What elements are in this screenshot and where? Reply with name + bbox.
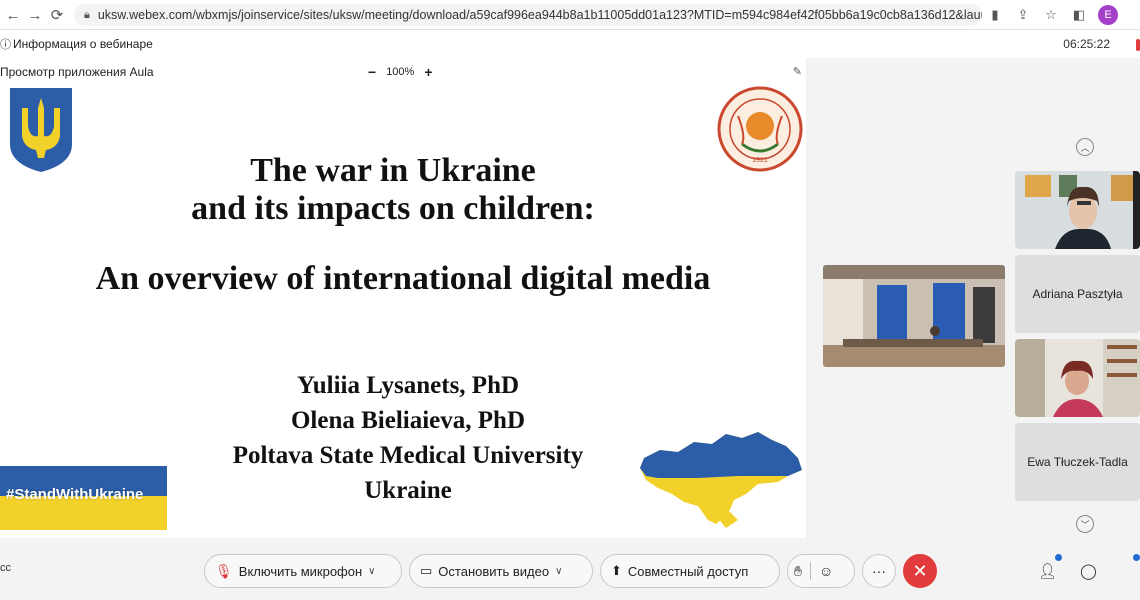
meeting-controls: cc 🎙︎ Включить микрофон ∨ ▭ Остановить в… <box>0 544 1140 600</box>
conference-room-video[interactable] <box>823 265 1005 367</box>
chevron-down-icon[interactable]: ∨ <box>368 566 375 577</box>
shared-app-bar: Просмотр приложения Aula − 100% + ✎ <box>0 58 806 86</box>
shared-slide: 1921 The war in Ukraine and its impacts … <box>0 86 806 538</box>
conference-room-image <box>823 265 1005 367</box>
divider <box>809 562 811 580</box>
recording-indicator <box>1136 39 1140 51</box>
scroll-down-button[interactable]: ﹀ <box>1076 515 1094 533</box>
end-call-button[interactable]: ✕ <box>903 554 937 588</box>
scroll-up-button[interactable]: ︿ <box>1076 138 1094 156</box>
profile-avatar[interactable]: E <box>1098 5 1118 25</box>
video-button-label: Остановить видео <box>438 563 550 579</box>
back-icon[interactable]: ← <box>2 4 24 26</box>
camera-icon[interactable]: ▮ <box>986 4 1004 26</box>
ukraine-map-icon <box>640 432 802 528</box>
share-icon[interactable]: ⇪ <box>1014 4 1032 26</box>
participant-name-2: Adriana Pasztyła <box>1032 287 1123 301</box>
slide-author1: Yuliia Lysanets, PhD <box>296 372 520 399</box>
meeting-info-bar: ⓘ Информация о вебинаре 06:25:22 <box>0 30 1140 58</box>
more-notification-dot <box>1133 554 1140 561</box>
participant-name-4: Ewa Tłuczek-Tadla <box>1027 455 1128 469</box>
participant-tile-2[interactable]: Adriana Pasztyła <box>1015 255 1140 333</box>
app-view-label: Просмотр приложения Aula <box>0 65 154 79</box>
mic-button-label: Включить микрофон <box>238 563 363 579</box>
webinar-info-label[interactable]: Информация о вебинаре <box>13 37 153 51</box>
forward-icon[interactable]: → <box>24 4 46 26</box>
chevron-down-icon[interactable]: ∨ <box>555 566 562 577</box>
slide-title-line1: The war in Ukraine <box>250 152 536 189</box>
slide-subtitle: An overview of international digital med… <box>95 260 711 297</box>
share-screen-icon: ⬆ <box>611 563 622 578</box>
share-button[interactable]: ⬆ Совместный доступ <box>600 554 780 588</box>
participant-tile-4[interactable]: Ewa Tłuczek-Tadla <box>1015 423 1140 501</box>
participant-video-3 <box>1015 339 1140 417</box>
address-bar[interactable]: 🔒︎ uksw.webex.com/wbxmjs/joinservice/sit… <box>74 4 982 26</box>
banner-hashtag: #StandWithUkraine <box>6 486 144 503</box>
mic-muted-icon: 🎙︎ <box>215 562 233 579</box>
participants-icon[interactable]: 👤︎ <box>1038 562 1057 580</box>
participant-tile-3[interactable] <box>1015 339 1140 417</box>
reaction-emoji-icon[interactable]: ☺ <box>819 563 833 579</box>
sidebar-icon[interactable]: ◧ <box>1070 4 1088 26</box>
participant-tile-1[interactable] <box>1015 171 1140 249</box>
browser-actions: ▮ ⇪ ☆ ◧ E <box>986 4 1124 26</box>
lock-icon: 🔒︎ <box>84 8 90 21</box>
reload-icon[interactable]: ⟳ <box>46 4 68 26</box>
mic-button[interactable]: 🎙︎ Включить микрофон ∨ <box>204 554 402 588</box>
zoom-level: 100% <box>386 66 415 78</box>
zoom-in-button[interactable]: + <box>424 64 432 80</box>
share-button-label: Совместный доступ <box>627 563 749 579</box>
chat-icon[interactable]: ◯ <box>1080 562 1097 580</box>
stand-with-ukraine-banner: #StandWithUkraine <box>0 466 167 530</box>
zoom-controls: − 100% + <box>368 64 433 80</box>
raise-hand-icon[interactable]: ✋︎ <box>794 563 802 580</box>
captions-icon[interactable]: cc <box>0 562 11 574</box>
participants-notification-dot <box>1055 554 1062 561</box>
url-text: uksw.webex.com/wbxmjs/joinservice/sites/… <box>97 8 982 22</box>
zoom-out-button[interactable]: − <box>368 64 376 80</box>
slide-title-line2: and its impacts on children: <box>191 190 595 227</box>
participant-video-1 <box>1015 171 1140 249</box>
reactions-group: ✋︎ ☺ <box>787 554 855 588</box>
browser-toolbar: ← → ⟳ 🔒︎ uksw.webex.com/wbxmjs/joinservi… <box>0 0 1140 30</box>
video-camera-icon: ▭ <box>420 563 433 578</box>
star-icon[interactable]: ☆ <box>1042 4 1060 26</box>
video-button[interactable]: ▭ Остановить видео ∨ <box>409 554 593 588</box>
info-icon[interactable]: ⓘ <box>0 36 11 52</box>
meeting-timer: 06:25:22 <box>1063 37 1110 51</box>
more-options-button[interactable]: ··· <box>862 554 896 588</box>
pin-icon[interactable]: ✎ <box>793 65 802 78</box>
